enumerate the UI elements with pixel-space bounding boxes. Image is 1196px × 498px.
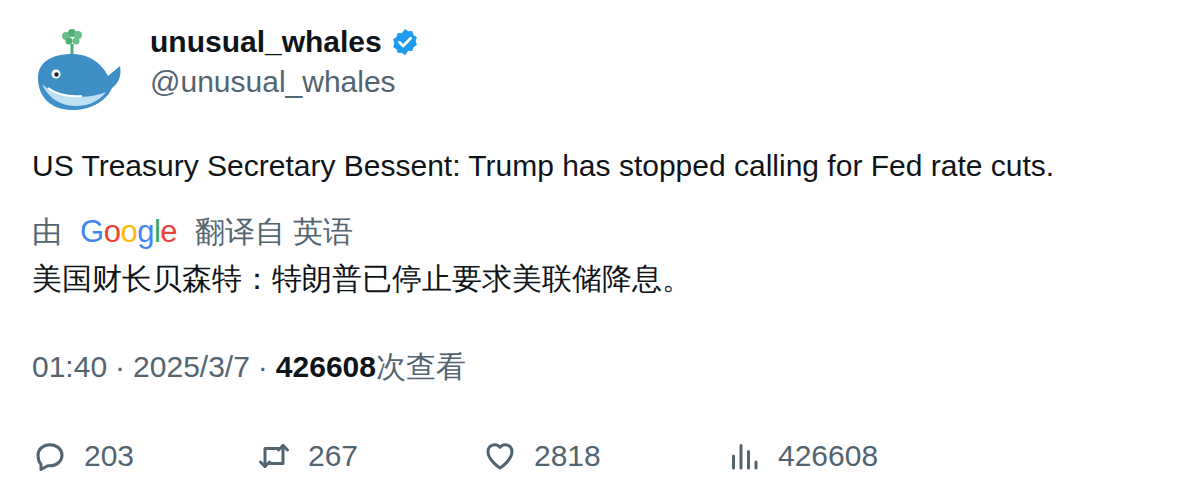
views-button[interactable]: 426608 xyxy=(726,436,1164,476)
retweet-button[interactable]: 267 xyxy=(256,436,482,476)
author-name[interactable]: unusual_whales xyxy=(150,22,382,62)
tweet-date[interactable]: 2025/3/7 xyxy=(133,347,250,387)
tweet-meta: 01:40·2025/3/7·426608次查看 xyxy=(32,347,1164,387)
verified-badge-icon xyxy=(390,27,420,57)
tweet-text: US Treasury Secretary Bessent: Trump has… xyxy=(32,146,1164,186)
like-button[interactable]: 2818 xyxy=(482,436,726,476)
tweet-header: unusual_whales@unusual_whales xyxy=(32,22,1164,114)
action-bar: 2032672818426608 xyxy=(32,436,1164,476)
author-handle[interactable]: @unusual_whales xyxy=(150,62,420,102)
reply-icon xyxy=(32,438,68,474)
tweet-time[interactable]: 01:40 xyxy=(32,347,107,387)
reply-button[interactable]: 203 xyxy=(32,436,256,476)
tweet: unusual_whales@unusual_whales US Treasury… xyxy=(0,0,1196,498)
heart-icon xyxy=(482,438,518,474)
whale-avatar-icon[interactable] xyxy=(32,26,124,114)
retweet-icon xyxy=(256,438,292,474)
view-count: 426608次查看 xyxy=(276,347,466,387)
translated-text: 美国财长贝森特：特朗普已停止要求美联储降息。 xyxy=(32,259,1164,299)
views-chart-icon xyxy=(726,438,762,474)
translation-note: 由 Google 翻译自 英语 xyxy=(32,212,1164,252)
google-logo: Google xyxy=(80,212,177,252)
translation-prefix: 由 xyxy=(32,212,62,252)
translation-source[interactable]: 翻译自 英语 xyxy=(195,212,353,252)
